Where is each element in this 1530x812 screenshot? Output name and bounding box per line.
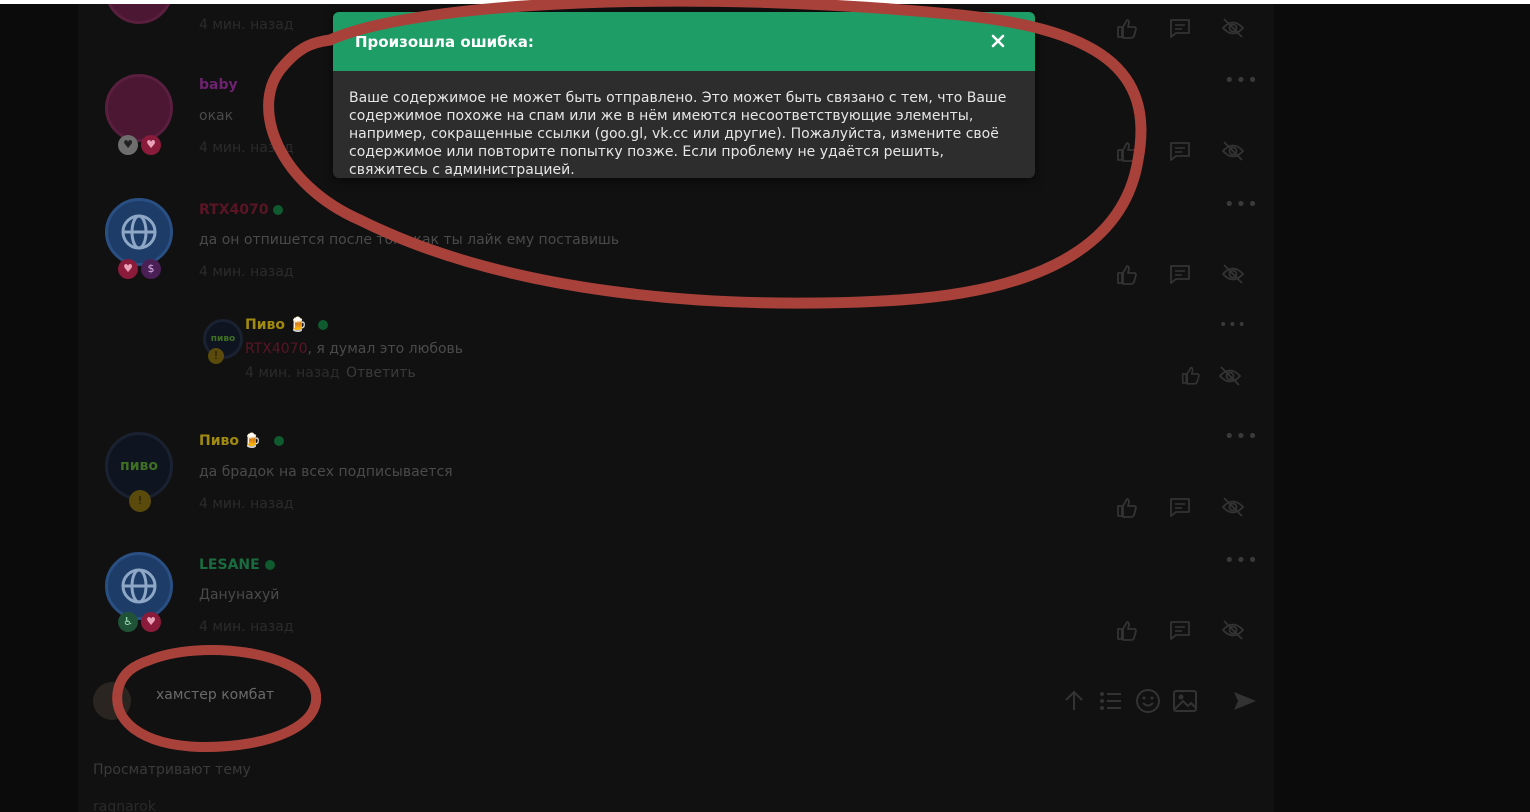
like-icon[interactable] [1117, 142, 1137, 162]
reply-icon[interactable] [1170, 621, 1190, 640]
reply-icon[interactable] [1170, 142, 1190, 161]
like-icon[interactable] [1117, 621, 1137, 641]
hide-icon[interactable] [1219, 366, 1241, 386]
hide-icon[interactable] [1222, 264, 1244, 284]
close-icon[interactable] [987, 30, 1009, 52]
current-user-avatar [93, 682, 131, 720]
reply-icon[interactable] [1170, 265, 1190, 284]
modal-title: Произошла ошибка: [355, 33, 534, 51]
emoji-icon[interactable] [1135, 688, 1161, 714]
reply-icon[interactable] [1170, 19, 1190, 38]
hide-icon[interactable] [1222, 497, 1244, 517]
image-icon[interactable] [1172, 688, 1198, 714]
like-icon[interactable] [1117, 265, 1137, 285]
reply-icon[interactable] [1170, 498, 1190, 517]
list-icon[interactable] [1097, 688, 1123, 714]
like-icon[interactable] [1181, 366, 1200, 385]
viewers-heading: Просматривают тему [93, 762, 251, 778]
hide-icon[interactable] [1222, 18, 1244, 38]
hide-icon[interactable] [1222, 141, 1244, 161]
arrow-up-icon[interactable] [1061, 688, 1087, 714]
modal-message: Ваше содержимое не может быть отправлено… [349, 90, 1007, 178]
hide-icon[interactable] [1222, 620, 1244, 640]
viewer-name[interactable]: ragnarok [93, 799, 156, 812]
like-icon[interactable] [1117, 498, 1137, 518]
like-icon[interactable] [1117, 19, 1137, 39]
modal-header: Произошла ошибка: [333, 12, 1035, 71]
send-icon[interactable] [1232, 688, 1258, 714]
error-modal: Произошла ошибка: Ваше содержимое не мож… [333, 12, 1035, 178]
comment-input[interactable]: хамстер комбат [156, 687, 274, 703]
